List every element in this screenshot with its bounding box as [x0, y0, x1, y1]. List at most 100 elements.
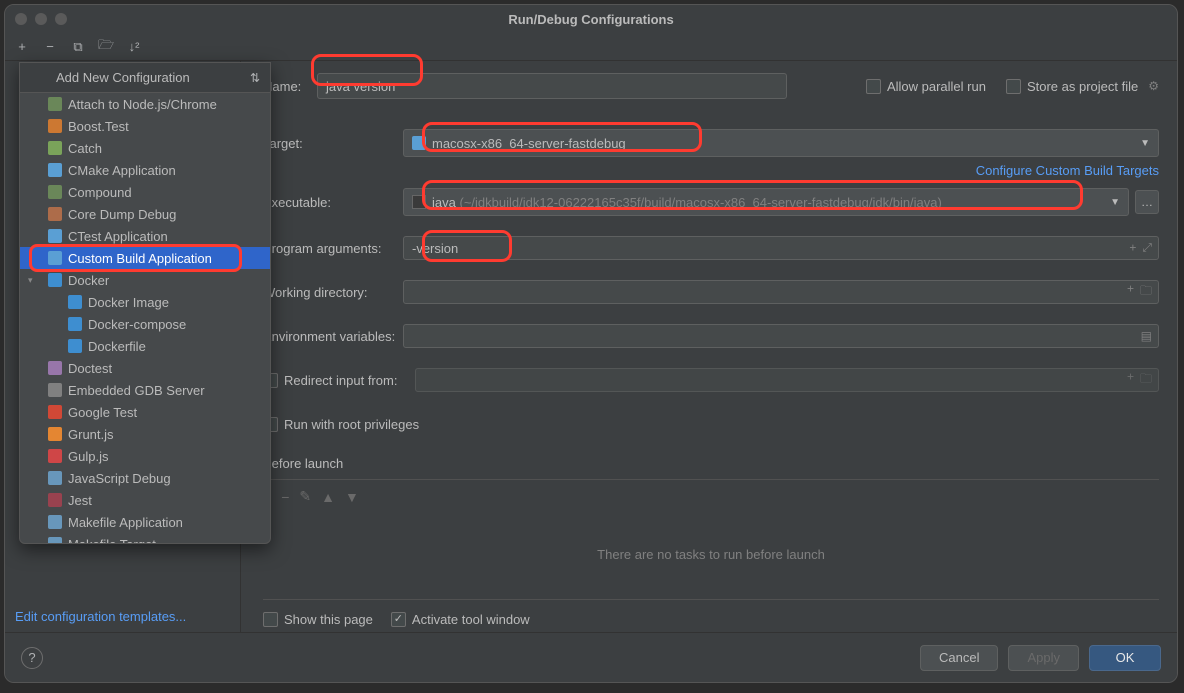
save-config-icon[interactable]: 🗁 — [97, 38, 115, 56]
ok-button[interactable]: OK — [1089, 645, 1161, 671]
before-launch-empty: There are no tasks to run before launch — [263, 509, 1159, 599]
run-debug-configurations-dialog: Run/Debug Configurations + − ⧉ 🗁 ↓² Edit… — [4, 4, 1178, 683]
config-type-icon — [48, 515, 62, 529]
config-type-icon — [48, 163, 62, 177]
popup-item[interactable]: Boost.Test — [20, 115, 270, 137]
popup-item[interactable]: Jest — [20, 489, 270, 511]
insert-macro-icon[interactable]: + — [1127, 282, 1134, 303]
popup-item[interactable]: Embedded GDB Server — [20, 379, 270, 401]
folder-icon[interactable]: 🗀 — [1140, 282, 1152, 303]
config-type-icon — [68, 317, 82, 331]
activate-tool-checkbox[interactable]: Activate tool window — [391, 612, 530, 627]
popup-item[interactable]: Gulp.js — [20, 445, 270, 467]
popup-item[interactable]: Docker-compose — [20, 313, 270, 335]
chevron-down-icon[interactable]: ▾ — [28, 275, 33, 286]
popup-list[interactable]: Attach to Node.js/Chrome Boost.Test Catch C… — [20, 93, 270, 543]
help-button[interactable]: ? — [21, 647, 43, 669]
popup-item[interactable]: Dockerfile — [20, 335, 270, 357]
popup-item-label: Google Test — [68, 405, 137, 420]
configure-targets-link[interactable]: Configure Custom Build Targets — [976, 163, 1159, 178]
allow-parallel-checkbox[interactable]: Allow parallel run — [866, 79, 986, 94]
executable-select[interactable]: java (~/jdkbuild/jdk12-06222165c35f/buil… — [403, 188, 1129, 216]
add-config-icon[interactable]: + — [13, 38, 31, 56]
popup-item[interactable]: CMake Application — [20, 159, 270, 181]
program-args-label: Program arguments: — [263, 241, 403, 256]
insert-macro-icon[interactable]: + — [1129, 241, 1136, 256]
working-dir-label: Working directory: — [263, 285, 403, 300]
config-type-icon — [48, 141, 62, 155]
popup-item-label: CMake Application — [68, 163, 176, 178]
popup-item-label: Docker — [68, 273, 109, 288]
config-type-icon — [48, 493, 62, 507]
popup-item-label: CTest Application — [68, 229, 168, 244]
popup-item[interactable]: Grunt.js — [20, 423, 270, 445]
popup-item-label: Doctest — [68, 361, 112, 376]
popup-item[interactable]: Catch — [20, 137, 270, 159]
remove-config-icon[interactable]: − — [41, 38, 59, 56]
expand-field-icon[interactable]: ⤢ — [1142, 241, 1152, 256]
config-type-icon — [48, 97, 62, 111]
popup-item-label: Attach to Node.js/Chrome — [68, 97, 217, 112]
show-page-checkbox[interactable]: Show this page — [263, 612, 373, 627]
sort-config-icon[interactable]: ↓² — [125, 38, 143, 56]
popup-item[interactable]: Google Test — [20, 401, 270, 423]
edit-templates-link[interactable]: Edit configuration templates... — [15, 609, 186, 624]
before-launch-toolbar: + − ✎ ▲ ▼ — [263, 484, 1159, 509]
dialog-title: Run/Debug Configurations — [5, 12, 1177, 27]
popup-item[interactable]: Core Dump Debug — [20, 203, 270, 225]
popup-item[interactable]: Makefile Target — [20, 533, 270, 543]
popup-item[interactable]: Makefile Application — [20, 511, 270, 533]
root-privileges-checkbox[interactable]: Run with root privileges — [263, 417, 419, 432]
store-as-file-checkbox[interactable]: Store as project file ⚙ — [1006, 79, 1159, 94]
popup-item[interactable]: Attach to Node.js/Chrome — [20, 93, 270, 115]
popup-item-label: Core Dump Debug — [68, 207, 176, 222]
popup-item-label: Gulp.js — [68, 449, 108, 464]
popup-item-label: Docker-compose — [88, 317, 186, 332]
target-label: Target: — [263, 136, 403, 151]
add-configuration-popup: Add New Configuration ⇅ Attach to Node.j… — [19, 62, 271, 544]
popup-item-label: Makefile Application — [68, 515, 183, 530]
popup-item[interactable]: Compound — [20, 181, 270, 203]
config-type-icon — [48, 405, 62, 419]
insert-macro-icon: + — [1127, 370, 1134, 391]
config-type-icon — [48, 383, 62, 397]
popup-item[interactable]: ▾ Docker — [20, 269, 270, 291]
config-type-icon — [68, 295, 82, 309]
popup-item-label: Boost.Test — [68, 119, 129, 134]
target-select[interactable]: macosx-x86_64-server-fastdebug ▼ — [403, 129, 1159, 157]
popup-item-label: Embedded GDB Server — [68, 383, 205, 398]
copy-config-icon[interactable]: ⧉ — [69, 38, 87, 56]
program-args-input[interactable]: -version + ⤢ — [403, 236, 1159, 260]
gear-icon[interactable]: ⚙ — [1148, 79, 1159, 93]
working-dir-input[interactable]: + 🗀 — [403, 280, 1159, 304]
popup-item[interactable]: Doctest — [20, 357, 270, 379]
terminal-icon — [412, 195, 426, 209]
list-icon[interactable]: ▤ — [1141, 329, 1152, 343]
remove-task-icon: − — [281, 489, 289, 505]
config-type-icon — [48, 251, 62, 265]
folder-icon: 🗀 — [1140, 370, 1152, 391]
apply-button: Apply — [1008, 645, 1079, 671]
popup-item-label: Docker Image — [88, 295, 169, 310]
popup-item-label: Catch — [68, 141, 102, 156]
titlebar: Run/Debug Configurations — [5, 5, 1177, 33]
config-type-icon — [48, 449, 62, 463]
popup-item[interactable]: Docker Image — [20, 291, 270, 313]
redirect-input-checkbox[interactable]: Redirect input from: — [263, 373, 415, 388]
config-type-icon — [48, 273, 62, 287]
env-vars-label: Environment variables: — [263, 329, 403, 344]
dialog-footer: ? Cancel Apply OK — [5, 632, 1177, 682]
filter-icon[interactable]: ⇅ — [250, 71, 260, 85]
executable-label: Executable: — [263, 195, 403, 210]
name-input[interactable]: java version — [317, 73, 787, 99]
env-vars-input[interactable]: ▤ — [403, 324, 1159, 348]
popup-item[interactable]: CTest Application — [20, 225, 270, 247]
cancel-button[interactable]: Cancel — [920, 645, 998, 671]
edit-task-icon: ✎ — [299, 488, 311, 505]
chevron-down-icon: ▼ — [1110, 197, 1120, 208]
config-type-icon — [48, 185, 62, 199]
chevron-down-icon: ▼ — [1140, 138, 1150, 149]
popup-item[interactable]: JavaScript Debug — [20, 467, 270, 489]
popup-item[interactable]: Custom Build Application — [20, 247, 270, 269]
browse-executable-button[interactable]: … — [1135, 190, 1159, 214]
